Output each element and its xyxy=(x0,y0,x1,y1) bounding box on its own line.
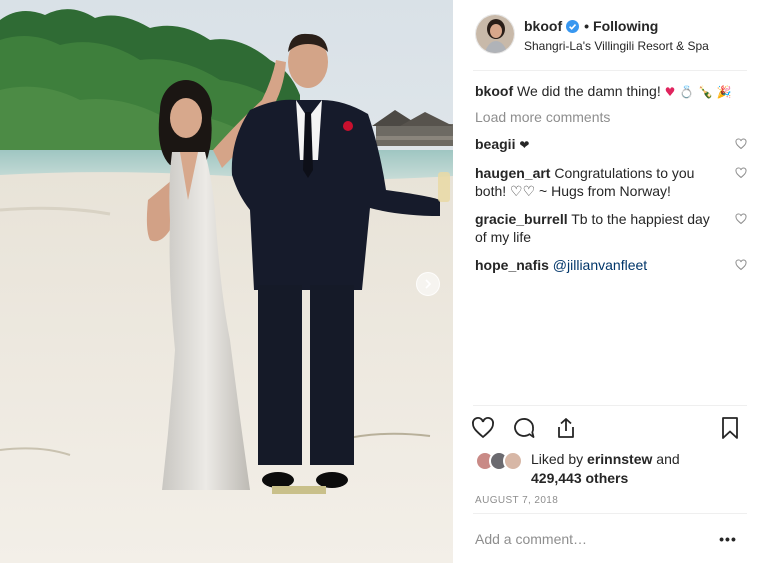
likes-connector: and xyxy=(656,451,680,467)
caption-emojis: ♥ 💍 🍾 🎉 xyxy=(664,85,732,99)
post-header: bkoof • Following Shangri-La's Villingil… xyxy=(475,14,747,70)
liker-username[interactable]: erinnstew xyxy=(587,451,652,467)
bookmark-icon xyxy=(722,417,738,439)
comment-username[interactable]: beagii xyxy=(475,136,515,152)
location-link[interactable]: Shangri-La's Villingili Resort & Spa xyxy=(524,39,709,53)
more-options-button[interactable]: ••• xyxy=(718,531,738,547)
header-title-row: bkoof • Following xyxy=(524,18,658,34)
actions-divider xyxy=(473,405,747,406)
heart-outline-icon[interactable] xyxy=(735,167,747,179)
comment-username[interactable]: gracie_burrell xyxy=(475,211,568,227)
heart-outline-icon[interactable] xyxy=(735,138,747,150)
comment-username[interactable]: hope_nafis xyxy=(475,257,549,273)
verified-badge-icon xyxy=(566,19,580,33)
comments-list: bkoof We did the damn thing! ♥ 💍 🍾 🎉 Loa… xyxy=(475,82,747,274)
comment-item: hope_nafis @jillianvanfleet xyxy=(475,256,747,274)
load-more-comments-button[interactable]: Load more comments xyxy=(475,109,747,125)
comment-mention[interactable]: @jillianvanfleet xyxy=(553,257,647,273)
add-comment-input[interactable] xyxy=(475,526,705,552)
comment-item: gracie_burrell Tb to the happiest day of… xyxy=(475,210,747,246)
post-side-panel: bkoof • Following Shangri-La's Villingil… xyxy=(453,0,768,563)
profile-photo xyxy=(476,15,514,53)
like-button[interactable] xyxy=(469,414,497,442)
share-upload-icon xyxy=(558,418,574,438)
liker-avatar[interactable] xyxy=(503,451,523,471)
chevron-right-icon xyxy=(425,279,432,289)
header-divider xyxy=(473,70,747,71)
wedding-photo xyxy=(0,0,453,563)
comment-button[interactable] xyxy=(510,414,538,442)
comment-emoji: ❤ xyxy=(519,138,530,152)
heart-outline-icon[interactable] xyxy=(735,259,747,271)
speech-bubble-icon xyxy=(514,418,535,438)
avatar[interactable] xyxy=(475,14,515,54)
post-date[interactable]: AUGUST 7, 2018 xyxy=(475,495,558,506)
heart-outline-icon[interactable] xyxy=(735,213,747,225)
share-button[interactable] xyxy=(552,414,580,442)
likes-prefix: Liked by xyxy=(531,451,584,467)
action-bar xyxy=(469,414,741,444)
comment-username[interactable]: haugen_art xyxy=(475,165,550,181)
caption-text: We did the damn thing! xyxy=(517,83,661,99)
caption-username[interactable]: bkoof xyxy=(475,83,513,99)
comment-item: haugen_art Congratulations to you both! … xyxy=(475,164,747,200)
caption: bkoof We did the damn thing! ♥ 💍 🍾 🎉 xyxy=(475,82,747,101)
follow-status-button[interactable]: Following xyxy=(593,18,658,34)
carousel-next-button[interactable] xyxy=(416,272,440,296)
likes-count[interactable]: 429,443 others xyxy=(531,470,628,486)
comment-divider xyxy=(473,513,747,514)
post-photo[interactable] xyxy=(0,0,453,563)
likes-summary: Liked by erinnstew and 429,443 others xyxy=(475,449,747,489)
comment-item: beagii ❤ xyxy=(475,135,747,154)
likes-text: Liked by erinnstew and 429,443 others xyxy=(531,450,741,488)
liker-avatars xyxy=(475,451,531,471)
heart-outline-icon xyxy=(472,417,494,439)
post-username[interactable]: bkoof xyxy=(524,18,562,34)
header-separator: • xyxy=(584,18,590,34)
save-button[interactable] xyxy=(716,414,744,442)
